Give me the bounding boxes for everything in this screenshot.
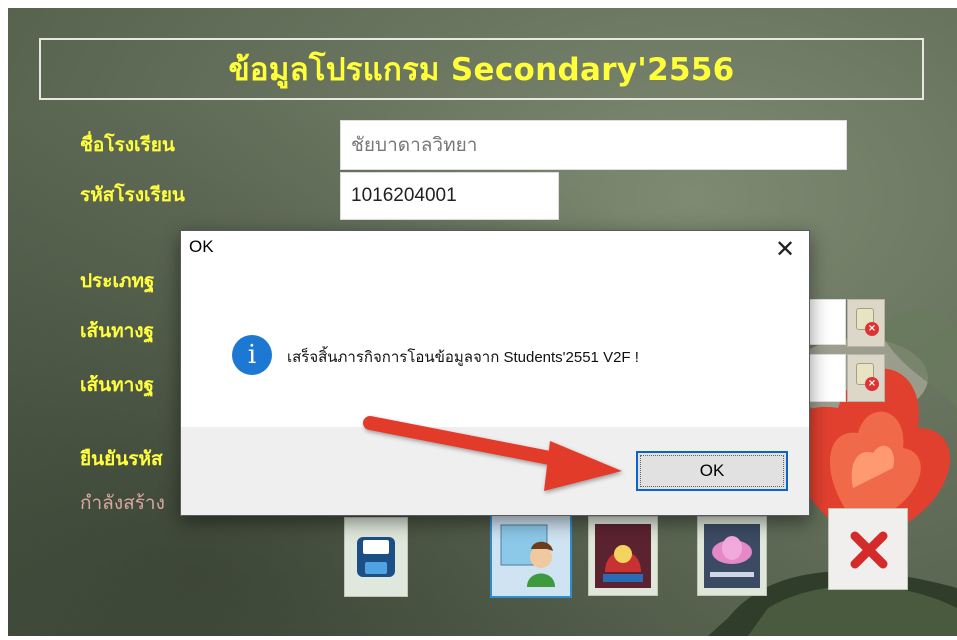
app-title-box: ข้อมูลโปรแกรม Secondary'2556	[39, 38, 924, 100]
close-app-button[interactable]	[828, 508, 908, 590]
students2551-button[interactable]	[588, 516, 658, 596]
dialog-body: i เสร็จสิ้นภารกิจการโอนข้อมูลจาก Student…	[181, 265, 809, 427]
close-icon[interactable]: ✕	[771, 235, 799, 263]
db-path2-browse-button[interactable]: ×	[847, 354, 885, 402]
progress-label: กำลังสร้าง	[80, 492, 165, 514]
db-path1-browse-button[interactable]: ×	[847, 299, 885, 347]
school-code-field[interactable]: 1016204001	[340, 172, 559, 220]
remove-icon: ×	[865, 322, 879, 336]
remove-icon: ×	[865, 377, 879, 391]
dialog-message: เสร็จสิ้นภารกิจการโอนข้อมูลจาก Students'…	[287, 349, 639, 366]
school-name-field[interactable]: ชัยบาดาลวิทยา	[340, 120, 847, 170]
db-path2-label: เส้นทางฐ	[80, 374, 155, 396]
floppy-disk-icon	[357, 537, 395, 577]
studentbook-button[interactable]	[697, 516, 767, 596]
school-code-label: รหัสโรงเรียน	[80, 184, 185, 206]
db-path2-field[interactable]	[804, 354, 846, 402]
message-dialog: OK ✕ i เสร็จสิ้นภารกิจการโอนข้อมูลจาก St…	[180, 230, 810, 516]
dialog-title: OK	[189, 237, 214, 256]
import-students-button[interactable]	[490, 514, 572, 598]
red-x-icon	[850, 531, 888, 569]
studentbook-icon	[704, 524, 760, 588]
db-type-label: ประเภทฐ	[80, 270, 155, 292]
dialog-footer: OK	[181, 427, 809, 515]
school-name-label: ชื่อโรงเรียน	[80, 134, 175, 156]
app-title: ข้อมูลโปรแกรม Secondary'2556	[228, 52, 735, 88]
student-icon	[500, 524, 555, 587]
save-button[interactable]	[344, 517, 408, 597]
confirm-code-label: ยืนยันรหัส	[80, 448, 163, 470]
information-icon: i	[232, 335, 272, 375]
ok-button[interactable]: OK	[636, 451, 788, 491]
db-path1-field[interactable]	[804, 299, 846, 345]
students-2551-icon	[595, 524, 651, 588]
db-path1-label: เส้นทางฐ	[80, 320, 155, 342]
